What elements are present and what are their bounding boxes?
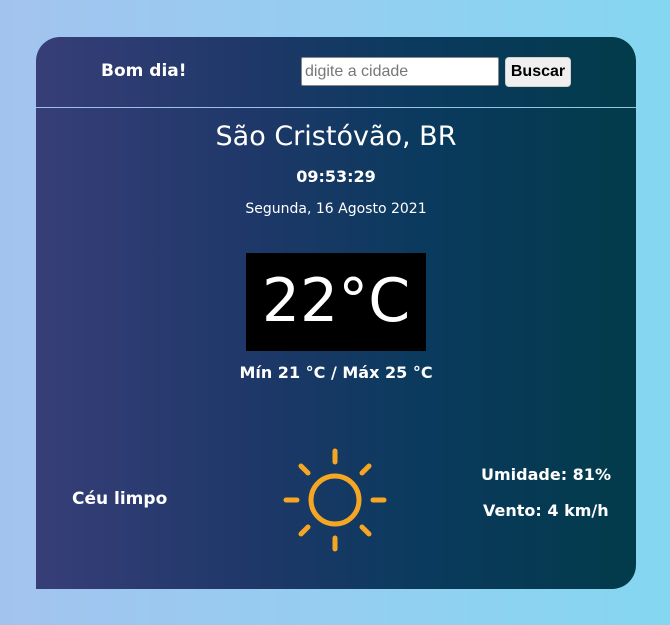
wind-value: Vento: 4 km/h — [483, 501, 609, 520]
humidity-value: Umidade: 81% — [481, 465, 611, 484]
sun-icon — [282, 447, 388, 553]
search-button[interactable]: Buscar — [505, 57, 571, 87]
city-search-input[interactable] — [301, 57, 499, 86]
current-date: Segunda, 16 Agosto 2021 — [245, 201, 427, 217]
current-time: 09:53:29 — [296, 167, 376, 186]
header-bar: Bom dia! Buscar — [36, 37, 636, 108]
weather-condition: Céu limpo — [72, 489, 168, 509]
greeting-text: Bom dia! — [101, 61, 187, 81]
min-max-temperature: Mín 21 °C / Máx 25 °C — [239, 363, 433, 382]
temperature-display: 22°C — [246, 253, 426, 351]
weather-card: Bom dia! Buscar São Cristóvão, BR 09:53:… — [36, 37, 636, 589]
city-name: São Cristóvão, BR — [215, 121, 457, 152]
